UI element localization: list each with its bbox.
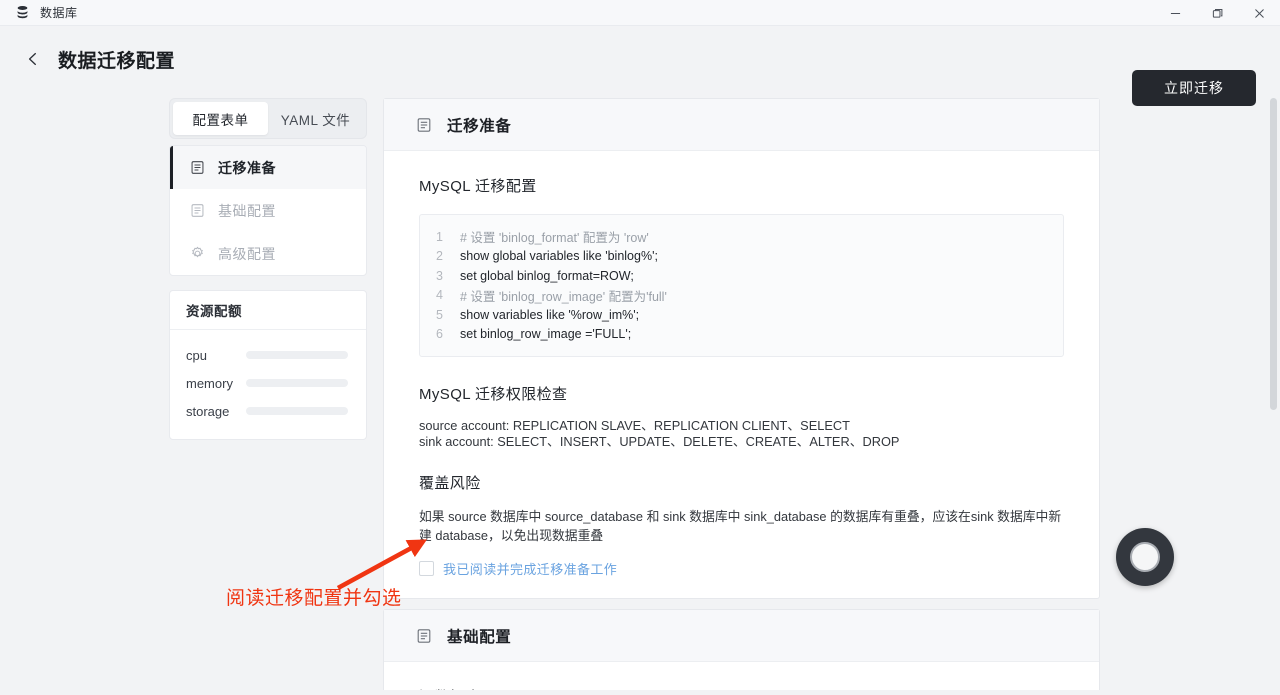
- confirm-read-checkbox[interactable]: [419, 561, 434, 576]
- sidebar-item-label: 高级配置: [218, 245, 276, 262]
- confirm-read-checkbox-row[interactable]: 我已阅读并完成迁移准备工作: [419, 559, 1064, 578]
- code-line-text: set global binlog_format=ROW;: [460, 268, 634, 283]
- document-icon: [189, 160, 205, 176]
- resource-quota-title: 资源配额: [170, 291, 366, 330]
- page-title: 数据迁移配置: [58, 50, 176, 72]
- section-title-mysql-config: MySQL 迁移配置: [419, 178, 537, 195]
- page-header: 数据迁移配置 立即迁移: [0, 26, 1280, 106]
- sidebar-item-migration-prep[interactable]: 迁移准备: [170, 146, 366, 189]
- quota-progress-track: [246, 379, 348, 387]
- privilege-line-source: source account: REPLICATION SLAVE、REPLIC…: [419, 418, 850, 433]
- content-panel: 迁移准备 MySQL 迁移配置 1 # 设置 'binlog_format' 配…: [383, 98, 1100, 690]
- close-button[interactable]: [1238, 0, 1280, 26]
- main-layout: 配置表单 YAML 文件 迁移准备 基础配置 高级配置 资源配额 cpu mem…: [0, 92, 1280, 690]
- app-title: 数据库: [40, 6, 78, 20]
- sidebar-item-label: 基础配置: [218, 202, 276, 219]
- section-title-source-database: 源数据库: [419, 686, 1064, 690]
- code-line: 6 set binlog_row_image ='FULL';: [420, 325, 1063, 345]
- card-header: 迁移准备: [384, 99, 1099, 151]
- quota-row-cpu: cpu: [186, 341, 352, 369]
- page-scrollbar[interactable]: [1270, 98, 1277, 686]
- code-line-text: set binlog_row_image ='FULL';: [460, 327, 632, 342]
- code-line-text: show variables like '%row_im%';: [460, 307, 640, 322]
- card-title: 迁移准备: [447, 117, 512, 135]
- quota-row-memory: memory: [186, 369, 352, 397]
- confirm-read-label[interactable]: 我已阅读并完成迁移准备工作: [443, 559, 617, 578]
- code-line: 5 show variables like '%row_im%';: [420, 305, 1063, 325]
- gear-icon: [189, 246, 205, 262]
- window-titlebar: 数据库: [0, 0, 1280, 26]
- chevron-left-icon[interactable]: [22, 48, 44, 70]
- card-body: MySQL 迁移配置 1 # 设置 'binlog_format' 配置为 'r…: [384, 151, 1099, 598]
- resource-quota-panel: 资源配额 cpu memory storage: [169, 290, 367, 440]
- code-line-number: 6: [436, 327, 443, 342]
- sidebar-item-advanced-config[interactable]: 高级配置: [170, 232, 366, 275]
- quota-label: memory: [186, 375, 233, 391]
- resource-quota-body: cpu memory storage: [170, 330, 366, 439]
- sidebar: 配置表单 YAML 文件 迁移准备 基础配置 高级配置 资源配额 cpu mem…: [169, 98, 367, 440]
- overwrite-risk-text: 如果 source 数据库中 source_database 和 sink 数据…: [419, 509, 1062, 543]
- card-title: 基础配置: [447, 628, 512, 646]
- card-basic-config: 基础配置 源数据库: [383, 609, 1100, 690]
- quota-progress-track: [246, 351, 348, 359]
- window-controls: [1154, 0, 1280, 26]
- sidebar-item-basic-config[interactable]: 基础配置: [170, 189, 366, 232]
- sidebar-tabs: 配置表单 YAML 文件: [169, 98, 367, 139]
- document-icon: [416, 117, 432, 133]
- sidebar-nav: 迁移准备 基础配置 高级配置: [169, 145, 367, 276]
- code-line-number: 1: [436, 229, 443, 244]
- page-scrollbar-thumb[interactable]: [1270, 98, 1277, 410]
- quota-row-storage: storage: [186, 397, 352, 425]
- record-ring-inner: [1130, 542, 1160, 572]
- code-block-mysql-config: 1 # 设置 'binlog_format' 配置为 'row' 2 show …: [419, 214, 1064, 357]
- code-line: 2 show global variables like 'binlog%';: [420, 247, 1063, 267]
- maximize-button[interactable]: [1196, 0, 1238, 26]
- tab-yaml-file[interactable]: YAML 文件: [268, 102, 363, 135]
- code-line-number: 5: [436, 307, 443, 322]
- document-icon: [416, 628, 432, 644]
- section-title-privilege-check: MySQL 迁移权限检查: [419, 386, 568, 403]
- privilege-line-sink: sink account: SELECT、INSERT、UPDATE、DELET…: [419, 434, 900, 449]
- code-line: 1 # 设置 'binlog_format' 配置为 'row': [420, 227, 1063, 247]
- code-line: 4 # 设置 'binlog_row_image' 配置为'full': [420, 286, 1063, 306]
- card-header: 基础配置: [384, 610, 1099, 662]
- code-line-number: 3: [436, 268, 443, 283]
- document-icon: [189, 203, 205, 219]
- card-migration-prep: 迁移准备 MySQL 迁移配置 1 # 设置 'binlog_format' 配…: [383, 98, 1100, 599]
- quota-label: cpu: [186, 347, 207, 363]
- code-line-text: show global variables like 'binlog%';: [460, 249, 658, 264]
- minimize-button[interactable]: [1154, 0, 1196, 26]
- code-line-text: # 设置 'binlog_row_image' 配置为'full': [460, 289, 667, 304]
- code-line-number: 2: [436, 249, 443, 264]
- quota-label: storage: [186, 403, 230, 419]
- record-ring-widget[interactable]: [1116, 528, 1174, 586]
- card-body: 源数据库: [384, 662, 1099, 690]
- quota-progress-track: [246, 407, 348, 415]
- tab-config-form[interactable]: 配置表单: [173, 102, 268, 135]
- code-line: 3 set global binlog_format=ROW;: [420, 266, 1063, 286]
- section-title-overwrite-risk: 覆盖风险: [419, 475, 481, 492]
- code-line-text: # 设置 'binlog_format' 配置为 'row': [460, 231, 649, 246]
- database-icon: [14, 5, 30, 21]
- sidebar-item-label: 迁移准备: [218, 159, 276, 176]
- code-line-number: 4: [436, 288, 443, 303]
